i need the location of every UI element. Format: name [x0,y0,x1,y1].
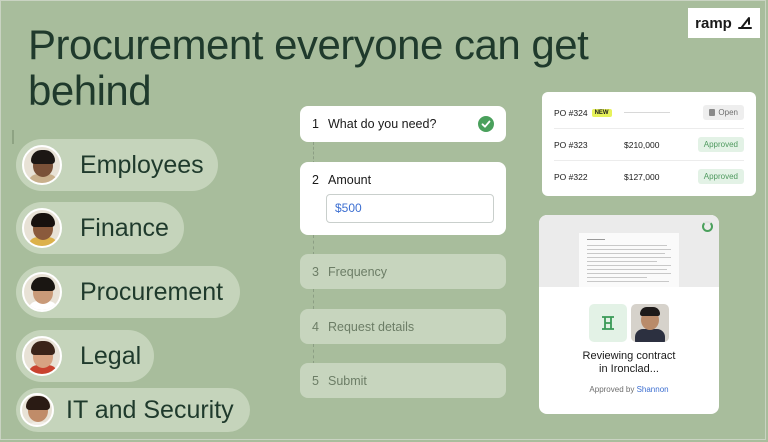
document-icon [709,109,716,116]
role-label: Procurement [80,277,224,306]
step-label: Request details [328,319,415,334]
step-what-do-you-need[interactable]: 1 What do you need? [300,106,506,142]
approved-prefix: Approved by [589,385,635,394]
step-connector [313,142,315,164]
po-number: PO #322 [554,171,588,182]
doc-line [587,277,647,278]
purchase-order-card: PO #324 NEW Open PO #323 $210,000 Approv… [542,92,756,196]
role-pill-employees: Employees [16,139,218,191]
doc-line [587,245,667,246]
doc-line [587,257,671,258]
avatar [22,272,62,312]
avatar-shirt [26,422,52,425]
document-preview [539,215,719,287]
ramp-logo: ramp [688,8,760,38]
status-badge: Approved [697,137,744,152]
doc-line [587,253,665,254]
role-label: Finance [80,213,169,242]
step-label: Submit [328,373,367,388]
po-row[interactable]: PO #323 $210,000 Approved [554,129,744,160]
step-request-details[interactable]: 4 Request details [300,309,506,344]
brand-name: ramp [695,14,732,32]
role-label: IT and Security [66,395,234,424]
step-submit[interactable]: 5 Submit [300,363,506,398]
role-pill-procurement: Procurement [16,266,240,318]
step-number: 3 [312,264,319,279]
avatar [22,145,62,185]
step-connector [313,289,315,309]
step-connector [313,344,315,364]
contract-review-card: Reviewing contract in Ironclad... Approv… [539,215,719,414]
step-number: 2 [312,173,319,187]
contract-status-label: Reviewing contract in Ironclad... [582,350,676,375]
role-label: Legal [80,341,142,370]
role-label: Employees [80,150,204,179]
ironclad-logo-icon [589,304,627,342]
avatar-hair [640,307,660,316]
status-badge: Approved [697,169,744,184]
ramp-mark-icon [737,17,752,29]
doc-line [587,261,657,262]
avatar [20,393,54,427]
step-connector [313,235,315,255]
step-number: 4 [312,319,319,334]
step-label: Frequency [328,264,388,279]
doc-line [587,239,605,240]
po-amount: $210,000 [624,139,660,150]
step-label: Amount [328,173,372,187]
approver-link[interactable]: Shannon [637,385,669,394]
reviewer-avatar [631,304,669,342]
avatar [22,336,62,376]
approved-by: Approved by Shannon [539,385,719,394]
po-number: PO #323 [554,139,588,150]
doc-line [587,265,671,266]
avatar [22,208,62,248]
po-number: PO #324 [554,107,588,118]
role-pill-finance: Finance [16,202,184,254]
contract-status-text: Reviewing contract in Ironclad... [539,350,719,376]
avatar-shirt [635,329,665,342]
avatar-hair [26,396,50,410]
po-amount: $127,000 [624,171,660,182]
po-row[interactable]: PO #324 NEW Open [554,97,744,128]
avatar-hair [31,213,55,227]
divider [12,130,14,144]
step-label: What do you need? [328,117,437,131]
doc-line [587,269,667,270]
document-page [579,233,679,287]
role-pill-legal: Legal [16,330,154,382]
amount-placeholder [624,112,670,113]
status-label: Open [718,108,738,117]
doc-line [587,281,669,282]
step-frequency[interactable]: 3 Frequency [300,254,506,289]
doc-line [587,249,671,250]
role-pill-it-security: IT and Security [16,388,250,432]
avatar-hair [31,341,55,355]
po-row[interactable]: PO #322 $127,000 Approved [554,161,744,192]
check-circle-icon [478,116,494,132]
amount-input[interactable]: $500 [326,194,494,223]
po-id: PO #324 NEW [554,108,624,118]
doc-line [587,273,671,274]
step-number: 1 [312,117,319,131]
avatar-hair [31,150,55,164]
status-badge: Open [703,105,744,120]
new-badge: NEW [591,108,612,117]
step-number: 5 [312,373,319,388]
loading-spinner-icon [702,221,713,232]
avatar-hair [31,277,55,291]
